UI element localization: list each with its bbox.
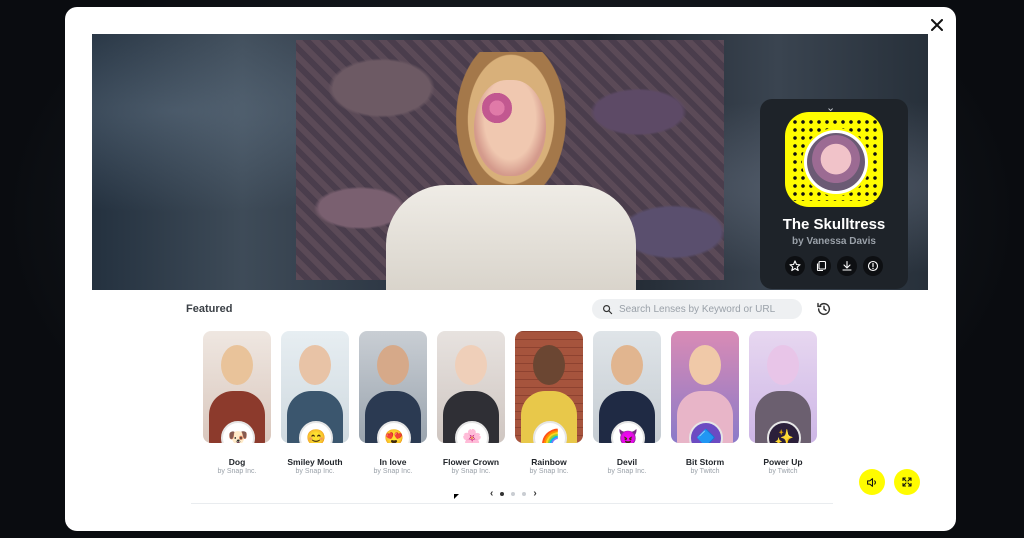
lens-creator: by Snap Inc. [217, 468, 257, 475]
pager-dot[interactable] [522, 491, 527, 496]
lens-creator: by Twitch [768, 468, 798, 475]
pager-dot[interactable] [511, 491, 516, 496]
lens-creator: by Snap Inc. [373, 468, 413, 475]
history-button[interactable] [815, 300, 833, 318]
lens-name: Devil [616, 457, 638, 467]
lens-preview-video [296, 40, 724, 290]
lens-creator: by Snap Inc. [295, 468, 335, 475]
lens-item[interactable]: 🌸 Flower Crown by Snap Inc. [437, 331, 505, 475]
lens-carousel: 🐶 Dog by Snap Inc. 😊 Smiley Mouth by Sna… [203, 331, 843, 483]
lens-title: The Skulltress [782, 216, 886, 233]
lens-thumbnail: 🌸 [437, 331, 505, 443]
lens-info-card: ⌄ The Skulltress by Vanessa Davis [760, 99, 908, 289]
lens-item[interactable]: 😊 Smiley Mouth by Snap Inc. [281, 331, 349, 475]
lens-author: by Vanessa Davis [792, 236, 876, 247]
download-button[interactable] [837, 256, 857, 276]
lens-creator: by Snap Inc. [529, 468, 569, 475]
divider [191, 503, 833, 504]
report-button[interactable] [863, 256, 883, 276]
lens-item[interactable]: 🌈 Rainbow by Snap Inc. [515, 331, 583, 475]
lens-item[interactable]: 😈 Devil by Snap Inc. [593, 331, 661, 475]
alert-icon [867, 260, 879, 272]
lens-thumbnail: 🐶 [203, 331, 271, 443]
lens-item[interactable]: 🔷 Bit Storm by Twitch [671, 331, 739, 475]
lens-name: Power Up [763, 457, 803, 467]
lens-thumbnail: 😊 [281, 331, 349, 443]
lens-name: Dog [228, 457, 246, 467]
skull-makeup [482, 88, 512, 128]
search-input[interactable] [619, 303, 794, 315]
star-icon [789, 260, 801, 272]
copy-link-button[interactable] [811, 256, 831, 276]
snapcode [785, 112, 883, 207]
lens-item[interactable]: 🐶 Dog by Snap Inc. [203, 331, 271, 475]
lens-item[interactable]: ✨ Power Up by Twitch [749, 331, 817, 475]
lens-creator: by Snap Inc. [451, 468, 491, 475]
lens-thumbnail: 😈 [593, 331, 661, 443]
lens-thumbnail: ✨ [749, 331, 817, 443]
lens-card-actions [785, 256, 883, 276]
favorite-button[interactable] [785, 256, 805, 276]
mouse-cursor [454, 494, 459, 499]
pager-next-icon[interactable]: › [533, 488, 536, 499]
expand-icon [902, 477, 912, 487]
lens-thumbnail: 🔷 [671, 331, 739, 443]
lens-creator: by Snap Inc. [607, 468, 647, 475]
search-icon [603, 304, 613, 314]
lens-name: Rainbow [531, 457, 567, 467]
lens-name: Flower Crown [442, 457, 500, 467]
lens-name: Bit Storm [685, 457, 725, 467]
sound-button[interactable] [859, 469, 885, 495]
lens-search[interactable] [592, 299, 802, 319]
featured-heading: Featured [186, 303, 233, 315]
carousel-pager: ‹ › [490, 488, 537, 499]
history-icon [817, 302, 831, 316]
lens-creator: by Twitch [690, 468, 720, 475]
preview-sweater [386, 185, 636, 290]
lens-thumbnail: 😍 [359, 331, 427, 443]
fullscreen-button[interactable] [894, 469, 920, 495]
camera-stage: ⌄ The Skulltress by Vanessa Davis [92, 34, 928, 290]
lens-modal: ⌄ The Skulltress by Vanessa Davis Featur… [65, 7, 956, 531]
close-icon [931, 19, 943, 31]
pager-prev-icon[interactable]: ‹ [490, 488, 493, 499]
download-icon [842, 260, 852, 271]
lens-item[interactable]: 😍 In love by Snap Inc. [359, 331, 427, 475]
speaker-icon [866, 477, 876, 487]
lens-thumbnail: 🌈 [515, 331, 583, 443]
lens-name: In love [379, 457, 407, 467]
copy-icon [816, 260, 827, 272]
pager-dot[interactable] [500, 491, 505, 496]
lens-name: Smiley Mouth [287, 457, 343, 467]
lens-avatar [804, 130, 868, 194]
close-button[interactable] [926, 14, 948, 36]
